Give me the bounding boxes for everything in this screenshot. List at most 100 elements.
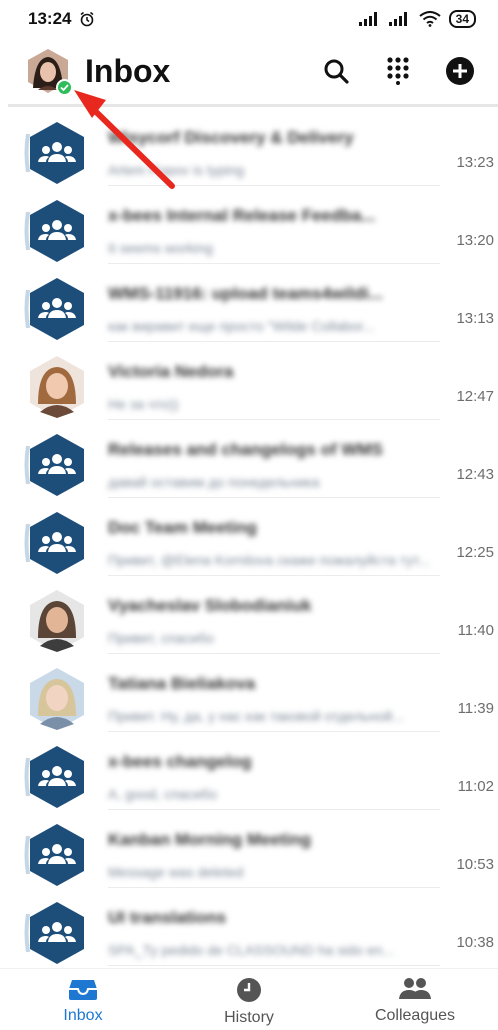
add-icon [446,57,474,85]
chat-body: x-bees changelog A, good, спасибо [108,744,440,810]
chat-title: Releases and changelogs of WMS [108,440,383,459]
search-button[interactable] [316,51,356,91]
chat-body: Releases and changelogs of WMS давай ост… [108,432,440,498]
chat-time: 10:53 [456,856,494,873]
chat-list-item[interactable]: x-bees changelog A, good, спасибо 11:02 [0,734,498,812]
chat-title: x-bees Internal Release Feedba... [108,206,376,225]
alarm-icon [81,11,94,27]
chat-time: 11:02 [457,778,494,795]
tab-colleagues[interactable]: Colleagues [332,969,498,1030]
chat-body: Kanban Morning Meeting Message was delet… [108,822,440,888]
chat-time: 11:40 [457,622,494,639]
chat-time: 12:43 [456,466,494,483]
chat-preview: Message was deleted [108,864,244,880]
tab-colleagues-label: Colleagues [374,1007,456,1024]
people-icon [399,978,431,999]
chat-list-item[interactable]: Vyacheslav Slobodianiuk Привет, спасибо … [0,578,498,656]
chat-preview: Artem Popov is typing [108,162,245,178]
chat-avatar [22,432,88,498]
tab-history[interactable]: History [166,969,332,1030]
chat-avatar [22,588,88,654]
chat-preview: Привет, @Elena Kornilova скажи пожалуйст… [108,552,430,568]
group-icon [24,902,84,964]
chat-title: Wisycorf Discovery & Delivery [108,128,354,147]
dialpad-icon [387,57,409,85]
chat-preview: SPA_Ту pedido de CLASSOUND ha sido en... [108,942,395,958]
chat-time: 13:13 [456,310,494,327]
chat-list-item[interactable]: Victoria Nedora Не за что)) 12:47 [0,344,498,422]
group-icon [24,122,84,184]
person-avatar-photo [30,356,84,418]
check-icon [60,84,69,92]
chat-time: 13:23 [456,154,494,171]
battery-icon: 34 [448,10,476,28]
chat-avatar [22,666,88,732]
signal-icon [358,12,377,26]
chat-preview: It seems working [108,240,214,256]
status-bar: 13:24 34 [0,0,498,38]
status-time-wrap: 13:24 [28,9,95,29]
search-icon [324,59,349,84]
chat-time: 10:38 [456,934,494,951]
signal-icon [388,12,407,26]
chat-time: 11:39 [457,700,494,717]
chat-preview: давай оставим до понедельника [108,474,320,490]
group-icon [24,200,84,262]
chat-avatar [22,510,88,576]
dialpad-button[interactable] [378,51,418,91]
chat-list-item[interactable]: Tatiana Bieliakova Привет. Ну, да, у нас… [0,656,498,734]
group-icon [24,746,84,808]
group-icon [24,824,84,886]
chat-title: Vyacheslav Slobodianiuk [108,596,312,615]
chat-title: Tatiana Bieliakova [108,674,256,693]
chat-preview: как виравит еще просто "Wilde Collabor..… [108,318,375,334]
chat-avatar [22,354,88,420]
chat-title: x-bees changelog [108,752,252,771]
chat-title: UI translations [108,908,227,927]
chat-title: Victoria Nedora [108,362,234,381]
chat-body: Wisycorf Discovery & Delivery Artem Popo… [108,120,440,186]
tab-inbox-label: Inbox [63,1007,103,1024]
chat-avatar [22,900,88,966]
tab-inbox[interactable]: Inbox [0,969,166,1030]
chat-list-item[interactable]: Wisycorf Discovery & Delivery Artem Popo… [0,110,498,188]
my-avatar[interactable] [25,48,73,96]
person-avatar-photo [30,590,84,652]
tab-history-label: History [224,1009,274,1026]
chat-title: WMS-11916: upload teams4wildi... [108,284,383,303]
bottom-nav: Inbox History Colleagues [0,968,498,1030]
chat-body: WMS-11916: upload teams4wildi... как вир… [108,276,440,342]
chat-preview: A, good, спасибо [108,786,218,802]
chat-time: 12:25 [456,544,494,561]
chat-list: Wisycorf Discovery & Delivery Artem Popo… [0,110,498,968]
group-icon [24,512,84,574]
chat-body: UI translations SPA_Ту pedido de CLASSOU… [108,900,440,966]
chat-list-item[interactable]: UI translations SPA_Ту pedido de CLASSOU… [0,890,498,968]
chat-body: Doc Team Meeting Привет, @Elena Kornilov… [108,510,440,576]
app-header: Inbox [0,38,498,104]
online-status-badge [56,79,73,96]
new-chat-button[interactable] [440,51,480,91]
chat-list-item[interactable]: Doc Team Meeting Привет, @Elena Kornilov… [0,500,498,578]
chat-avatar [22,276,88,342]
chat-avatar [22,198,88,264]
chat-avatar [22,822,88,888]
chat-preview: Привет. Ну, да, у нас как таковой отдель… [108,708,404,724]
chat-list-item[interactable]: Kanban Morning Meeting Message was delet… [0,812,498,890]
chat-body: Victoria Nedora Не за что)) [108,354,440,420]
wifi-icon [419,11,441,27]
chat-preview: Не за что)) [108,396,179,412]
chat-avatar [22,120,88,186]
chat-body: Vyacheslav Slobodianiuk Привет, спасибо [108,588,440,654]
chat-list-item[interactable]: WMS-11916: upload teams4wildi... как вир… [0,266,498,344]
status-icons: 34 [358,10,476,28]
chat-body: x-bees Internal Release Feedba... It see… [108,198,440,264]
chat-time: 13:20 [456,232,494,249]
chat-list-item[interactable]: Releases and changelogs of WMS давай ост… [0,422,498,500]
chat-list-item[interactable]: x-bees Internal Release Feedba... It see… [0,188,498,266]
chat-time: 12:47 [456,388,494,405]
chat-title: Doc Team Meeting [108,518,257,537]
person-avatar-photo [30,668,84,730]
status-time: 13:24 [28,9,72,28]
clock-icon [237,978,261,1002]
